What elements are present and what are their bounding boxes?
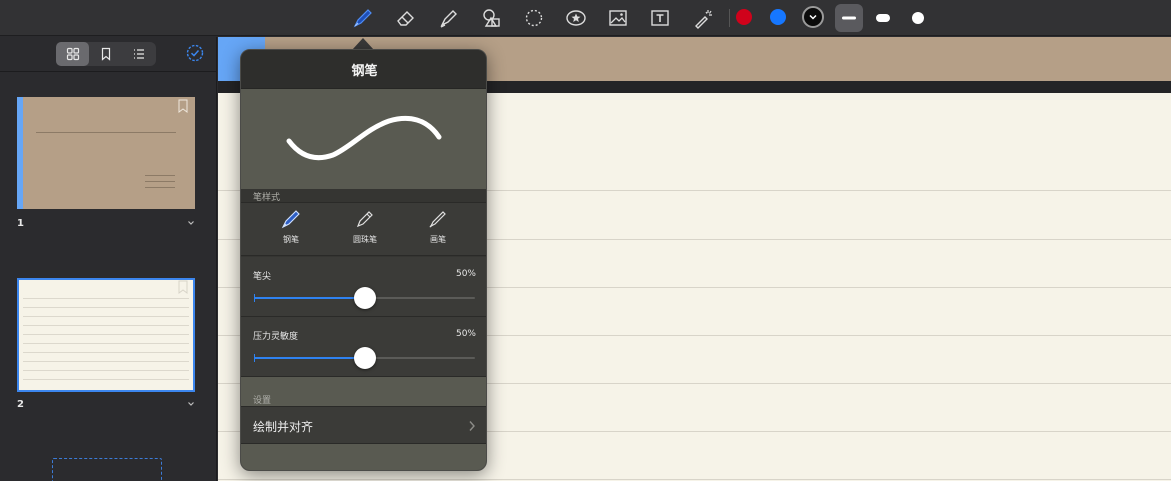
slider-thumb[interactable] — [354, 287, 376, 309]
pressure-sensitivity-slider-block: 压力灵敏度 50% — [241, 317, 486, 377]
draw-and-snap-label: 绘制并对齐 — [253, 420, 314, 434]
page-number-label: 1 — [17, 218, 24, 229]
lasso-icon — [525, 9, 543, 27]
pressure-sensitivity-slider[interactable] — [254, 347, 475, 369]
medium-stroke-icon — [876, 14, 890, 22]
sticker-tool-button[interactable] — [562, 4, 590, 32]
chevron-down-icon — [809, 14, 817, 20]
settings-section-label: 设置 — [253, 396, 272, 406]
fountain-pen-icon — [353, 9, 372, 28]
brush-pen-icon — [429, 211, 446, 228]
sidebar-divider — [0, 71, 217, 72]
pressure-sensitivity-label: 压力灵敏度 — [253, 332, 299, 342]
pen-tool-button[interactable] — [349, 4, 377, 32]
slider-fill — [254, 357, 365, 359]
stroke-width-thick-button[interactable] — [904, 4, 932, 32]
tip-size-slider[interactable] — [254, 287, 475, 309]
stroke-width-thin-button[interactable] — [835, 4, 863, 32]
style-ballpoint-pen[interactable]: 圆珠笔 — [335, 207, 395, 255]
chevron-down-icon[interactable] — [187, 219, 195, 227]
style-label: 钢笔 — [283, 235, 299, 244]
popover-title: 钢笔 — [241, 50, 486, 89]
outline-view-button[interactable] — [123, 42, 156, 66]
tip-size-label: 笔尖 — [253, 272, 272, 282]
ballpoint-pen-icon — [356, 211, 373, 228]
pressure-sensitivity-value: 50% — [455, 329, 476, 339]
bookmark-icon — [101, 47, 111, 61]
text-tool-button[interactable] — [646, 4, 674, 32]
shapes-tool-button[interactable] — [477, 4, 505, 32]
view-mode-segmented-control — [56, 42, 156, 66]
style-label: 画笔 — [430, 235, 446, 244]
chevron-right-icon — [469, 421, 475, 431]
slider-thumb[interactable] — [354, 347, 376, 369]
popover-footer — [241, 444, 486, 470]
ruled-line — [218, 479, 1171, 480]
laser-pointer-tool-button[interactable] — [690, 4, 718, 32]
pen-style-options: 钢笔 圆珠笔 画笔 — [241, 202, 486, 256]
text-box-icon — [651, 10, 669, 26]
thick-stroke-icon — [912, 12, 924, 24]
fountain-pen-icon — [281, 210, 300, 229]
color-swatch-red[interactable] — [736, 9, 752, 25]
color-swatch-black-selected[interactable] — [802, 6, 824, 28]
grid-view-button[interactable] — [56, 42, 90, 66]
tip-size-value: 50% — [455, 269, 476, 279]
page-thumbnail-image — [17, 97, 195, 209]
page-thumbnail-2[interactable]: 2 — [17, 278, 195, 410]
page-sidebar: 1 2 — [0, 37, 217, 481]
grid-icon — [66, 47, 79, 61]
top-toolbar — [0, 0, 1171, 36]
tip-size-slider-block: 笔尖 50% — [241, 257, 486, 317]
style-label: 圆珠笔 — [353, 235, 377, 244]
bookmarks-view-button[interactable] — [89, 42, 122, 66]
color-swatch-blue[interactable] — [770, 9, 786, 25]
shapes-icon — [483, 9, 500, 27]
highlighter-icon — [440, 10, 457, 28]
stroke-width-medium-button[interactable] — [869, 4, 897, 32]
eraser-tool-button[interactable] — [392, 4, 420, 32]
bookmark-icon[interactable] — [178, 280, 188, 294]
stroke-preview — [241, 89, 486, 189]
page-thumbnail-1[interactable]: 1 — [17, 97, 195, 229]
highlighter-tool-button[interactable] — [435, 4, 463, 32]
page-number-label: 2 — [17, 399, 24, 410]
laser-pointer-icon — [695, 10, 712, 29]
image-icon — [609, 10, 627, 26]
eraser-icon — [397, 11, 414, 26]
stroke-preview-icon — [286, 115, 442, 161]
pen-settings-popover: 钢笔 笔样式 钢笔 圆珠笔 画笔 笔尖 50% 压力灵敏度 50% 设置 绘制并… — [240, 49, 487, 471]
chevron-down-icon[interactable] — [187, 400, 195, 408]
draw-and-snap-row[interactable]: 绘制并对齐 — [241, 406, 486, 444]
toolbar-divider — [729, 9, 730, 27]
check-circle-icon[interactable] — [186, 44, 204, 62]
star-sticker-icon — [566, 10, 586, 26]
add-page-placeholder[interactable] — [52, 458, 162, 481]
page-thumbnail-image — [17, 278, 195, 392]
thin-stroke-icon — [842, 16, 856, 20]
image-tool-button[interactable] — [604, 4, 632, 32]
bookmark-icon[interactable] — [178, 99, 188, 113]
list-icon — [134, 49, 145, 59]
lasso-tool-button[interactable] — [520, 4, 548, 32]
style-fountain-pen[interactable]: 钢笔 — [261, 207, 321, 255]
style-brush-pen[interactable]: 画笔 — [408, 207, 468, 255]
slider-fill — [254, 297, 365, 299]
